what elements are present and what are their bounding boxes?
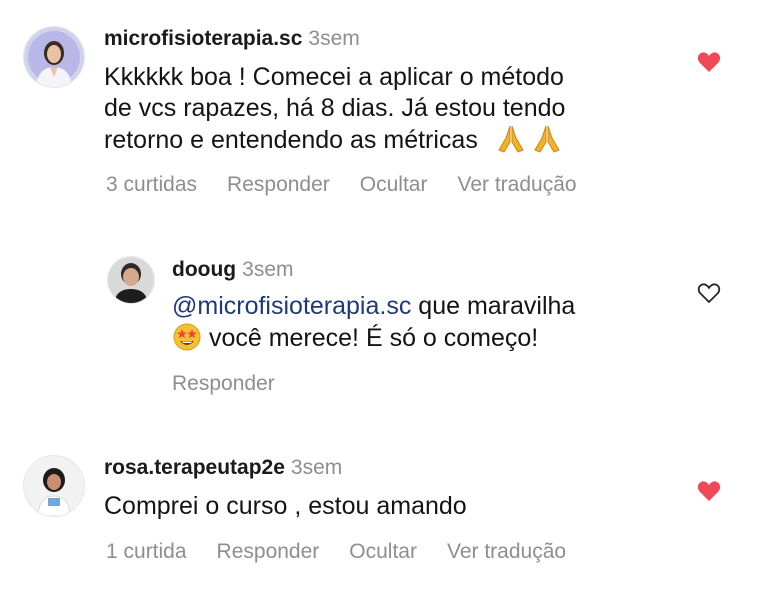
username-text[interactable]: rosa.terapeutap2e — [104, 456, 285, 479]
comment-username[interactable]: rosa.terapeutap2e 3sem — [104, 456, 342, 480]
comment-actions: Responder — [172, 372, 305, 396]
comment-line-3: retorno e entendendo as métricas — [104, 124, 565, 162]
reply-button[interactable]: Responder — [172, 372, 275, 395]
comment-time: 3sem — [242, 258, 294, 281]
folded-hands-icon — [529, 124, 565, 162]
comment-time: 3sem — [290, 456, 343, 479]
likes-count-link[interactable]: 1 curtida — [106, 540, 187, 563]
comment-line-1-text: que maravilha — [411, 292, 576, 320]
comment-username[interactable]: microfisioterapia.sc 3sem — [104, 27, 360, 51]
heart-icon[interactable] — [697, 51, 721, 73]
comment-username[interactable]: dooug 3sem — [172, 258, 294, 282]
mention-link[interactable]: @microfisioterapia.sc — [172, 292, 411, 320]
hide-button[interactable]: Ocultar — [360, 173, 428, 196]
avatar-rosa[interactable] — [23, 455, 85, 517]
comment-text: Comprei o curso , estou amando — [104, 491, 467, 522]
comment-actions: 1 curtida Responder Ocultar Ver tradução — [106, 540, 596, 564]
comment-line-2: de vcs rapazes, há 8 dias. Já estou tend… — [104, 94, 566, 122]
comment-line-3-text: retorno e entendendo as métricas — [104, 126, 478, 154]
comment-time: 3sem — [308, 27, 360, 50]
comment-line-1: Kkkkkk boa ! Comecei a aplicar o método — [104, 63, 564, 91]
likes-count-link[interactable]: 3 curtidas — [106, 173, 197, 196]
folded-hands-icon — [493, 124, 529, 162]
comment-line-2: você merece! É só o começo! — [172, 322, 575, 360]
avatar-microfisioterapia[interactable] — [23, 26, 85, 88]
comment-line-1: @microfisioterapia.sc que maravilha — [172, 291, 575, 322]
comment-line-2-text: você merece! É só o começo! — [202, 324, 539, 352]
comment-text: @microfisioterapia.sc que maravilha você… — [172, 291, 575, 360]
username-text[interactable]: dooug — [172, 258, 236, 281]
username-text[interactable]: microfisioterapia.sc — [104, 27, 302, 50]
heart-icon[interactable] — [697, 480, 721, 502]
star-struck-icon — [172, 322, 202, 360]
reply-button[interactable]: Responder — [227, 173, 330, 196]
comment-line-1: Comprei o curso , estou amando — [104, 492, 467, 520]
hide-button[interactable]: Ocultar — [349, 540, 417, 563]
avatar-dooug[interactable] — [107, 256, 155, 304]
heart-outline-icon[interactable] — [697, 282, 721, 304]
see-translation-button[interactable]: Ver tradução — [457, 173, 576, 196]
see-translation-button[interactable]: Ver tradução — [447, 540, 566, 563]
reply-button[interactable]: Responder — [217, 540, 320, 563]
comment-text: Kkkkkk boa ! Comecei a aplicar o método … — [104, 62, 565, 162]
comment-actions: 3 curtidas Responder Ocultar Ver tradução — [106, 173, 607, 197]
